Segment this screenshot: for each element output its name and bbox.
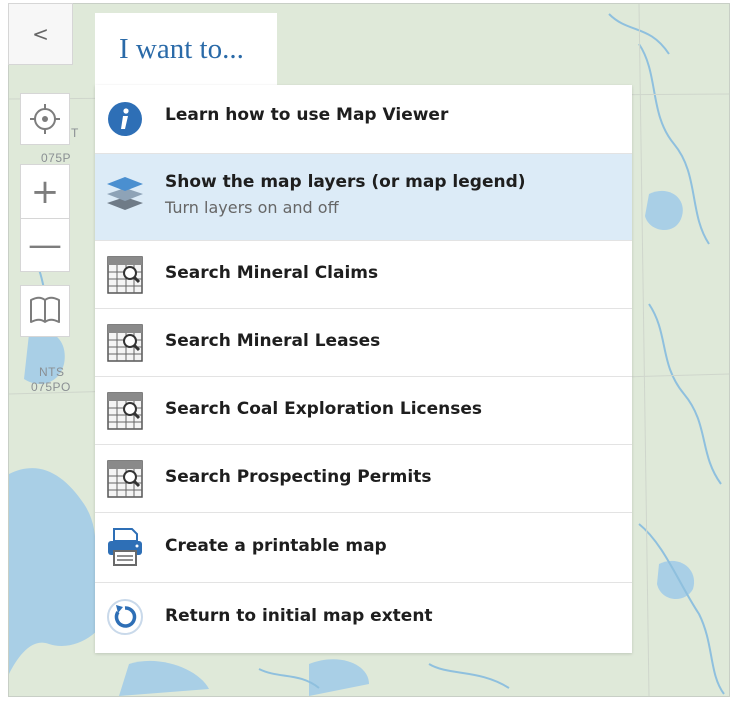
book-icon — [30, 296, 60, 323]
zoom-in-button[interactable]: + — [20, 164, 70, 218]
menu-item-create-printable-map[interactable]: Create a printable map — [95, 513, 632, 583]
menu-item-search-mineral-leases[interactable]: Search Mineral Leases — [95, 309, 632, 377]
printer-icon — [105, 527, 145, 567]
collapse-panel-button[interactable]: < — [8, 3, 73, 65]
locate-button[interactable] — [20, 93, 70, 145]
panel-title: I want to... — [119, 33, 244, 65]
menu-item-return-initial-extent[interactable]: Return to initial map extent — [95, 583, 632, 653]
menu-item-label: Learn how to use Map Viewer — [165, 105, 449, 125]
menu-item-sublabel: Turn layers on and off — [165, 198, 339, 217]
menu-item-label: Search Prospecting Permits — [165, 467, 432, 487]
menu-item-label: Create a printable map — [165, 536, 387, 556]
layers-icon — [105, 172, 145, 212]
map-label-nts: NTS — [39, 365, 65, 379]
menu-item-search-prospecting-permits[interactable]: Search Prospecting Permits — [95, 445, 632, 513]
menu-item-label: Show the map layers (or map legend) — [165, 172, 526, 192]
reset-extent-icon — [105, 597, 145, 637]
plus-icon: + — [30, 171, 60, 212]
table-search-icon — [105, 391, 145, 431]
menu-item-label: Return to initial map extent — [165, 606, 433, 626]
minus-icon: — — [28, 225, 62, 265]
i-want-to-menu: Learn how to use Map Viewer Show the map… — [95, 85, 632, 653]
menu-item-search-mineral-claims[interactable]: Search Mineral Claims — [95, 241, 632, 309]
table-search-icon — [105, 323, 145, 363]
map-label-075po: 075PO — [31, 380, 71, 394]
table-search-icon — [105, 459, 145, 499]
zoom-out-button[interactable]: — — [20, 218, 70, 272]
info-icon — [105, 99, 145, 139]
panel-title-tab: I want to... — [95, 13, 277, 85]
table-search-icon — [105, 255, 145, 295]
locate-icon — [30, 104, 60, 134]
menu-item-label: Search Mineral Leases — [165, 331, 381, 351]
menu-item-label: Search Coal Exploration Licenses — [165, 399, 482, 419]
menu-item-learn-map-viewer[interactable]: Learn how to use Map Viewer — [95, 85, 632, 154]
menu-item-label: Search Mineral Claims — [165, 263, 379, 283]
chevron-left-icon: < — [32, 22, 49, 46]
map-label-t: T — [71, 126, 79, 140]
menu-item-search-coal-licenses[interactable]: Search Coal Exploration Licenses — [95, 377, 632, 445]
menu-item-show-layers[interactable]: Show the map layers (or map legend) Turn… — [95, 154, 632, 241]
bookmarks-button[interactable] — [20, 285, 70, 337]
